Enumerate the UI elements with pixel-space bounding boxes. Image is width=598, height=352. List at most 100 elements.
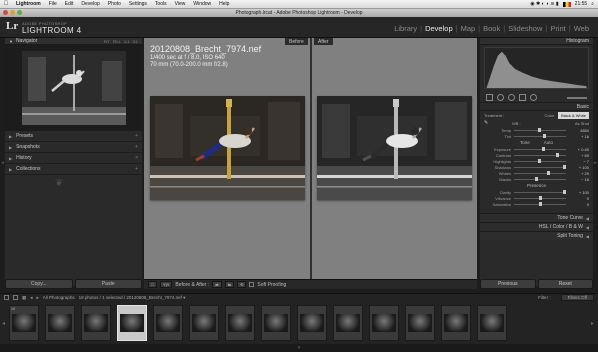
histogram-header[interactable]: Histogram [480, 38, 593, 45]
menu-tools[interactable]: Tools [151, 1, 171, 7]
module-map[interactable]: Map [458, 24, 479, 33]
wb-select[interactable]: As Shot [575, 121, 589, 126]
add-preset-icon[interactable]: + [135, 133, 138, 139]
slider-track[interactable] [514, 170, 566, 175]
copy-settings-button[interactable]: Copy... [5, 279, 73, 289]
filmstrip-scroll-right-icon[interactable]: ▸ [591, 320, 594, 327]
slider-track[interactable] [514, 158, 566, 163]
filmstrip-thumbnail[interactable]: 19 [9, 304, 39, 341]
menu-window[interactable]: Window [189, 1, 215, 7]
slider-track[interactable] [514, 189, 566, 194]
section-collections[interactable]: ▶ Collections + [5, 164, 142, 175]
slider-value[interactable]: + 29 [581, 171, 589, 176]
menu-photo[interactable]: Photo [104, 1, 125, 7]
slider-value[interactable]: + 0.40 [578, 147, 589, 152]
filmstrip-thumbnail[interactable] [45, 304, 75, 341]
zoom-3-1[interactable]: 3:1 [132, 39, 138, 44]
menu-lightroom[interactable]: Lightroom [12, 1, 45, 7]
slider-knob[interactable] [539, 195, 542, 200]
menu-edit[interactable]: Edit [61, 1, 78, 7]
close-window-icon[interactable] [3, 10, 8, 15]
slider-track[interactable] [514, 127, 566, 132]
slider-knob[interactable] [538, 127, 541, 132]
filmstrip-toggle-icon[interactable]: ▾ [0, 344, 598, 352]
menu-file[interactable]: File [45, 1, 61, 7]
main-window-icon[interactable] [4, 295, 9, 300]
tone-auto-button[interactable]: Auto [544, 140, 553, 145]
input-source-flag-icon[interactable] [562, 1, 571, 7]
red-eye-icon[interactable] [508, 94, 515, 101]
loupe-view-button[interactable]: □ [148, 281, 157, 288]
slider-track[interactable] [514, 164, 566, 169]
navigator-preview[interactable] [5, 45, 142, 131]
slider-knob[interactable] [563, 164, 566, 169]
filmstrip-thumbnail[interactable] [333, 304, 363, 341]
filmstrip-scroll-left-icon[interactable]: ◂ [2, 320, 5, 327]
slider-knob[interactable] [542, 146, 545, 151]
treatment-color[interactable]: Color [545, 113, 555, 118]
filmstrip-count[interactable]: 19 photos / 1 selected / 20120808_Brecht… [79, 295, 186, 301]
tone-curve-header[interactable]: Tone Curve ◀ [480, 213, 593, 222]
menu-settings[interactable]: Settings [125, 1, 151, 7]
back-arrow-icon[interactable]: ◂ [30, 295, 32, 301]
wb-eyedropper-icon[interactable]: ✎ [484, 120, 490, 126]
filmstrip-thumbnail[interactable] [405, 304, 435, 341]
grid-view-icon[interactable]: ▦ [22, 295, 26, 301]
slider-value[interactable]: − 7 [583, 159, 589, 164]
slider-track[interactable] [514, 201, 566, 206]
histogram-chart[interactable] [484, 47, 589, 89]
module-print[interactable]: Print [547, 24, 568, 33]
radial-filter-icon[interactable] [530, 94, 537, 101]
slider-value[interactable]: + 16 [581, 134, 589, 139]
filmstrip-thumbnail[interactable] [441, 304, 471, 341]
slider-knob[interactable] [547, 170, 550, 175]
right-panel-toggle-icon[interactable]: ▸ [593, 158, 598, 168]
before-after-view[interactable]: Before After 20120808_Brecht_7974.nef 1/… [144, 38, 477, 279]
module-slideshow[interactable]: Slideshow [505, 24, 545, 33]
copy-after-to-before-icon[interactable]: ⇆ [224, 281, 234, 288]
zoom-fill[interactable]: FILL [113, 39, 121, 44]
filmstrip-thumbnail[interactable] [153, 304, 183, 341]
add-collection-icon[interactable]: + [135, 166, 138, 172]
slider-track[interactable] [514, 195, 566, 200]
crop-tool-icon[interactable] [486, 94, 493, 101]
slider-track[interactable] [514, 146, 566, 151]
slider-track[interactable] [514, 133, 566, 138]
slider-knob[interactable] [539, 201, 542, 206]
filmstrip-thumbnail[interactable] [189, 304, 219, 341]
add-snapshot-icon[interactable]: + [135, 144, 138, 150]
after-photo[interactable] [317, 96, 472, 200]
filmstrip-thumbnail[interactable] [297, 304, 327, 341]
clock[interactable]: 21:55 [575, 1, 588, 7]
filmstrip-thumbnail[interactable] [261, 304, 291, 341]
slider-track[interactable] [514, 176, 566, 181]
soft-proofing-checkbox[interactable] [249, 282, 255, 287]
before-photo[interactable] [150, 96, 305, 200]
zoom-fit[interactable]: FIT [104, 39, 110, 44]
slider-value[interactable]: + 100 [579, 165, 589, 170]
module-develop[interactable]: Develop [422, 24, 456, 33]
treatment-black-white[interactable]: Black & White [558, 111, 589, 119]
filmstrip-source[interactable]: All Photographs [43, 295, 75, 300]
split-toning-header[interactable]: Split Toning ◀ [480, 231, 593, 240]
adjustment-brush-slider[interactable] [567, 96, 587, 99]
slider-knob[interactable] [538, 158, 541, 163]
basic-panel-header[interactable]: Basic [480, 103, 593, 111]
filmstrip-thumbnail[interactable] [117, 304, 147, 341]
menu-view[interactable]: View [171, 1, 190, 7]
spot-removal-icon[interactable] [497, 94, 504, 101]
filmstrip-thumbnail[interactable] [369, 304, 399, 341]
reset-settings-button[interactable]: Reset [537, 279, 593, 289]
previous-settings-button[interactable]: Previous [480, 279, 536, 289]
section-presets[interactable]: ▶ Presets + [5, 131, 142, 142]
slider-knob[interactable] [543, 133, 546, 138]
slider-knob[interactable] [535, 176, 538, 181]
hsl-header[interactable]: HSL / Color / B & W ◀ [480, 222, 593, 231]
zoom-window-icon[interactable] [17, 10, 22, 15]
minimize-window-icon[interactable] [10, 10, 15, 15]
copy-before-to-after-icon[interactable]: ⇄ [212, 281, 222, 288]
module-library[interactable]: Library [391, 24, 420, 33]
apple-menu-icon[interactable]:  [0, 1, 12, 7]
filmstrip-thumbnail[interactable] [225, 304, 255, 341]
slider-value[interactable]: + 100 [579, 190, 589, 195]
